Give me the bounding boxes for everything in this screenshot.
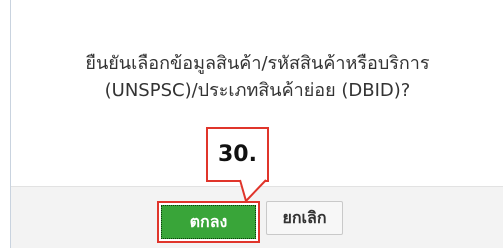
confirm-message: ยืนยันเลือกข้อมูลสินค้า/รหัสสินค้าหรือบร… — [11, 50, 503, 104]
cancel-button[interactable]: ยกเลิก — [266, 201, 343, 235]
callout-pointer — [239, 179, 267, 203]
message-line-2: (UNSPSC)/ประเภทสินค้าย่อย (DBID)? — [104, 80, 411, 101]
message-line-1: ยืนยันเลือกข้อมูลสินค้า/รหัสสินค้าหรือบร… — [85, 53, 430, 74]
ok-button[interactable]: ตกลง — [157, 201, 260, 243]
step-callout: 30. — [206, 127, 269, 182]
ok-button-label: ตกลง — [161, 205, 256, 239]
